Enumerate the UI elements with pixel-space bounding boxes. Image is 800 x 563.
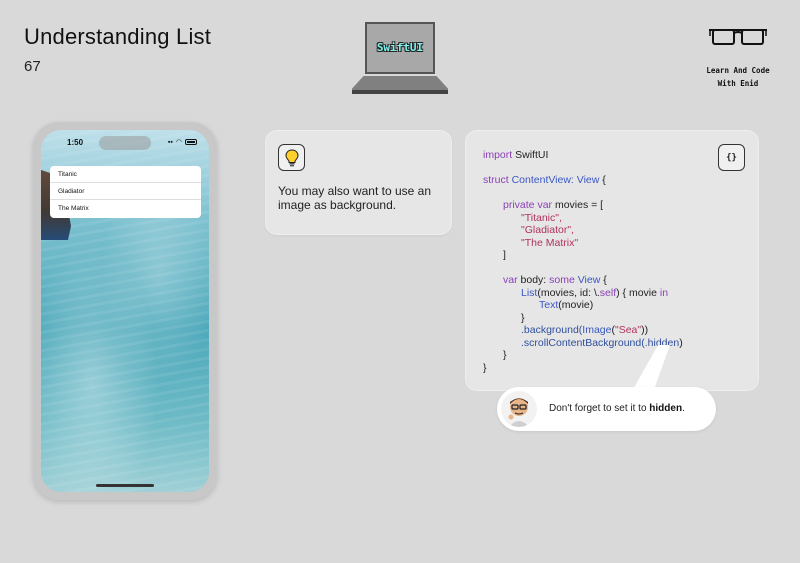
code-line: }: [521, 311, 525, 324]
dynamic-island: [99, 136, 151, 150]
code-line: struct ContentView: View {: [483, 174, 606, 186]
status-icons: ▪▪ ◠: [168, 138, 197, 146]
code-line: ]: [503, 249, 506, 261]
list-item-titanic[interactable]: Titanic: [50, 166, 201, 183]
avatar: [501, 391, 537, 427]
code-line: "The Matrix": [521, 236, 579, 249]
brand-logo: Learn And Code With Enid: [700, 24, 776, 90]
signal-icon: ▪▪: [167, 138, 173, 146]
code-line: .scrollContentBackground(.hidden): [521, 336, 683, 349]
curly-braces-icon: {}: [718, 144, 745, 171]
brand-text-line1: Learn And Code: [706, 66, 770, 75]
phone-mockup: 1:50 ▪▪ ◠ Titanic Gladiator The Matrix: [33, 122, 217, 500]
list-item-the-matrix[interactable]: The Matrix: [50, 200, 201, 217]
code-line: "Titanic",: [521, 211, 562, 224]
list-item-gladiator[interactable]: Gladiator: [50, 183, 201, 200]
code-line: List(movies, id: \.self) { movie in: [521, 286, 669, 299]
laptop-screen-text: SwiftUI: [376, 41, 424, 54]
battery-icon: [185, 139, 197, 145]
page-title: Understanding List: [24, 24, 212, 49]
code-line: .background(Image("Sea")): [521, 324, 649, 336]
code-line: private var movies = [: [503, 199, 604, 211]
home-indicator: [96, 484, 154, 487]
code-line: "Gladiator",: [521, 224, 574, 236]
laptop-screen: SwiftUI: [365, 22, 435, 74]
page-number: 67: [24, 58, 41, 75]
bubble-text: Don't forget to set it to hidden.: [549, 403, 685, 414]
tip-text: You may also want to use an image as bac…: [278, 184, 431, 212]
phone-screen: 1:50 ▪▪ ◠ Titanic Gladiator The Matrix: [41, 130, 209, 492]
swiftui-laptop-logo: SwiftUI: [352, 22, 448, 98]
status-time: 1:50: [67, 138, 84, 147]
bubble-emphasis: hidden: [649, 403, 683, 414]
brand-text-line2: With Enid: [717, 79, 759, 88]
movie-list: Titanic Gladiator The Matrix: [50, 166, 201, 218]
lightbulb-icon-svg: [284, 148, 299, 166]
tip-card: You may also want to use an image as bac…: [265, 130, 452, 235]
lightbulb-icon: [278, 144, 305, 171]
speech-bubble: Don't forget to set it to hidden.: [497, 387, 716, 431]
wifi-icon: ◠: [175, 139, 182, 146]
code-line: var body: some View {: [503, 274, 607, 286]
code-block: import SwiftUI struct ContentView: View …: [483, 149, 683, 374]
glasses-icon: [709, 29, 767, 45]
laptop-base-edge: [352, 90, 448, 94]
code-line: Text(movie): [539, 299, 594, 311]
code-line: import SwiftUI: [483, 149, 549, 161]
code-card: {} import SwiftUI struct ContentView: Vi…: [465, 130, 759, 391]
avatar-face-icon: [508, 398, 529, 427]
